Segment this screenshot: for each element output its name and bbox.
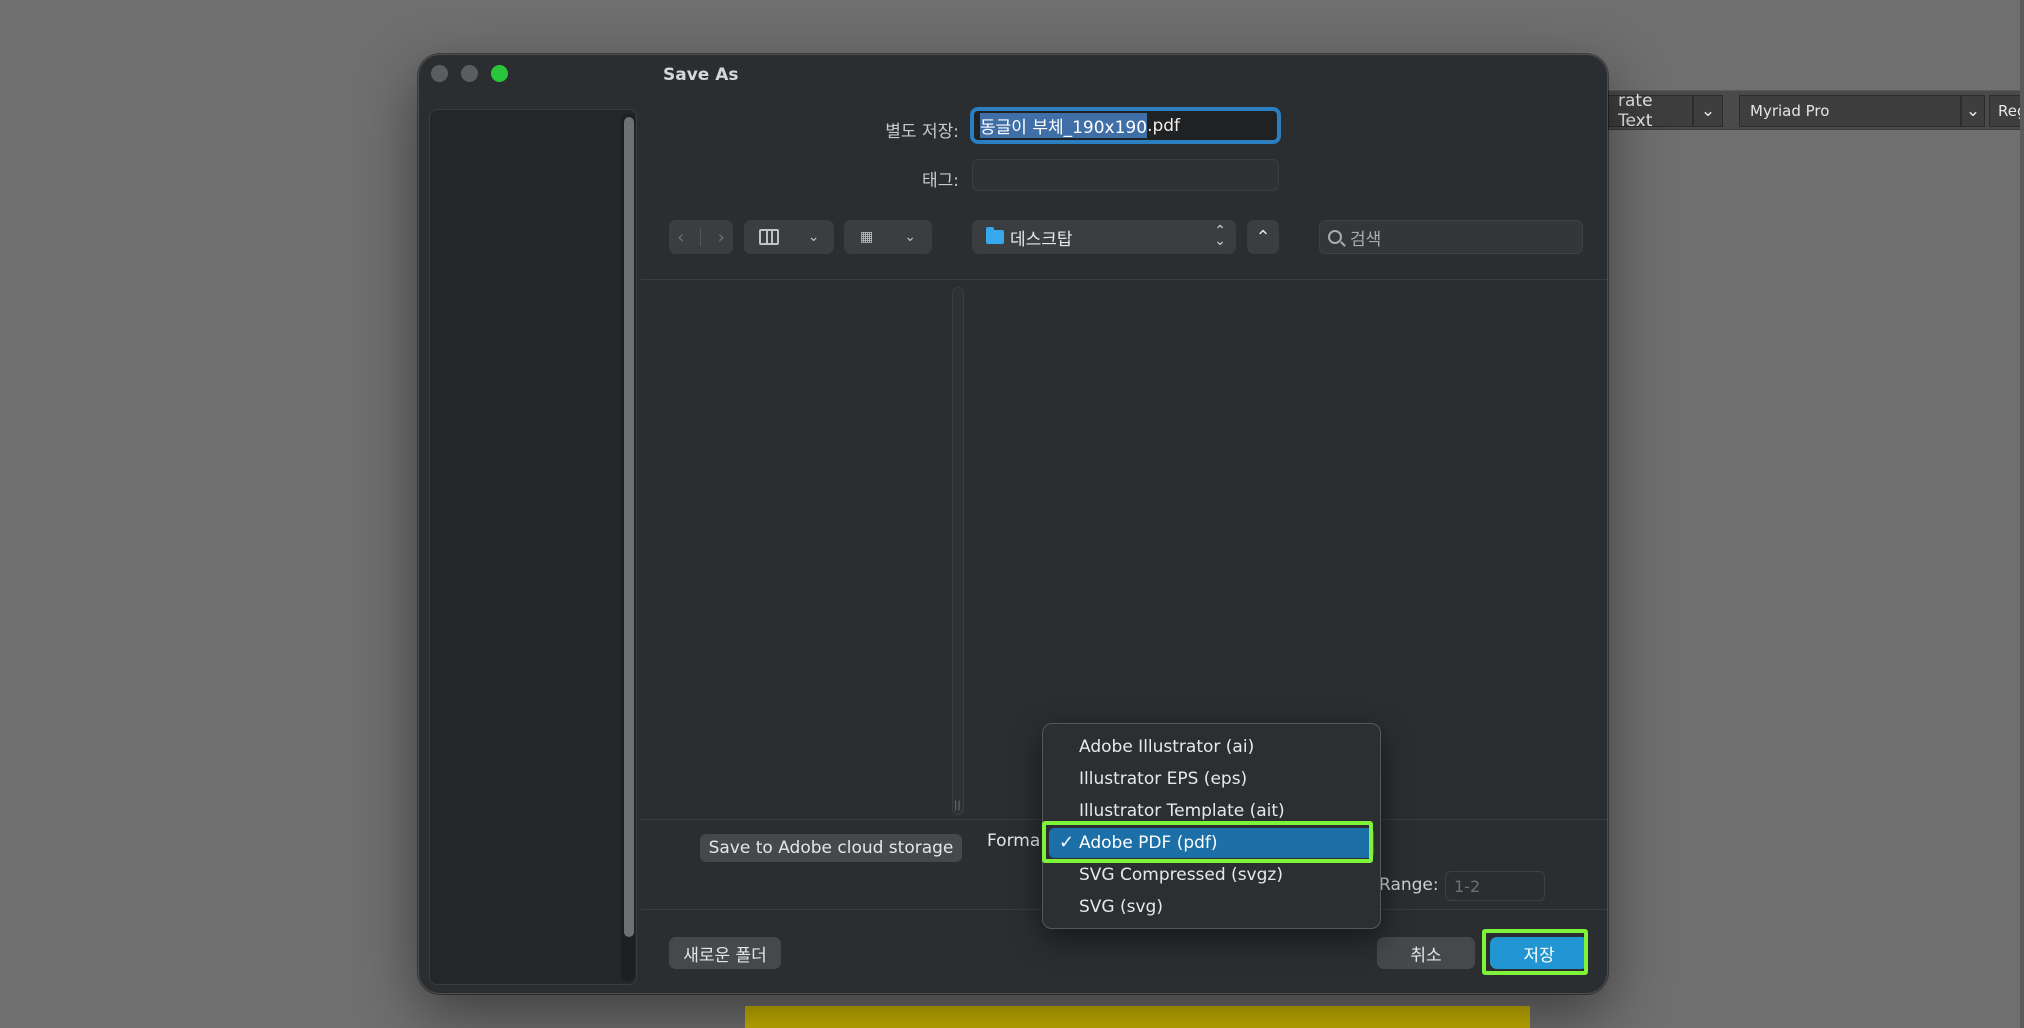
expand-collapse-button[interactable]: ⌃ bbox=[1247, 220, 1279, 254]
menu-item-ait[interactable]: Illustrator Template (ait) bbox=[1049, 796, 1374, 826]
menu-item-ai[interactable]: Adobe Illustrator (ai) bbox=[1049, 732, 1374, 762]
back-forward-buttons: ‹ › bbox=[669, 220, 733, 254]
bg-text-option-label: rate Text bbox=[1618, 91, 1653, 131]
save-to-cloud-button[interactable]: Save to Adobe cloud storage bbox=[700, 834, 962, 862]
bg-font-family-label: Myriad Pro bbox=[1750, 102, 1830, 120]
format-dropdown-menu: Adobe Illustrator (ai) Illustrator EPS (… bbox=[1042, 723, 1381, 929]
search-icon bbox=[1328, 230, 1342, 244]
menu-item-svg[interactable]: SVG (svg) bbox=[1049, 892, 1374, 922]
filename-extension-text: .pdf bbox=[1147, 115, 1181, 136]
minimize-window-button[interactable] bbox=[461, 65, 478, 82]
bg-font-family-select[interactable]: Myriad Pro bbox=[1739, 95, 1961, 127]
forward-chevron-icon[interactable]: › bbox=[718, 227, 725, 248]
bg-text-option-button[interactable]: rate Text bbox=[1607, 91, 1693, 131]
cancel-button[interactable]: 취소 bbox=[1377, 937, 1475, 969]
chevron-up-icon: ⌃ bbox=[1255, 226, 1271, 248]
filename-label: 별도 저장: bbox=[885, 122, 959, 142]
save-button[interactable]: 저장 bbox=[1490, 937, 1588, 969]
background-edge bbox=[2020, 0, 2024, 1028]
menu-item-label: Adobe PDF (pdf) bbox=[1079, 833, 1218, 853]
range-label: Range: bbox=[1379, 875, 1439, 895]
search-placeholder: 검색 bbox=[1350, 229, 1382, 250]
tags-input[interactable] bbox=[972, 159, 1279, 191]
bg-font-chevron-down-icon[interactable]: ⌄ bbox=[1961, 95, 1985, 127]
checkmark-icon: ✓ bbox=[1059, 832, 1075, 853]
grid-group-icon: ▦ bbox=[860, 229, 873, 245]
menu-item-label: Illustrator Template (ait) bbox=[1079, 801, 1285, 821]
up-down-chevron-icon: ⌃ ⌄ bbox=[1214, 223, 1226, 249]
format-label: Forma bbox=[987, 831, 1041, 851]
group-by-button[interactable]: ▦ ⌄ bbox=[844, 220, 932, 254]
filename-selected-text: 동글이 부체_190x190 bbox=[980, 113, 1148, 138]
sidebar bbox=[429, 109, 637, 985]
menu-item-label: SVG Compressed (svgz) bbox=[1079, 865, 1283, 885]
location-popup[interactable]: 데스크탑 ⌃ ⌄ bbox=[972, 220, 1236, 254]
chevron-down-icon: ⌄ bbox=[904, 229, 916, 245]
new-folder-button[interactable]: 새로운 폴더 bbox=[669, 937, 781, 969]
back-chevron-icon[interactable]: ‹ bbox=[677, 227, 684, 248]
search-field[interactable]: 검색 bbox=[1319, 220, 1583, 254]
tags-label: 태그: bbox=[921, 171, 959, 191]
zoom-window-button[interactable] bbox=[491, 65, 508, 82]
bg-font-style-select[interactable]: Reg bbox=[1989, 95, 2024, 127]
close-window-button[interactable] bbox=[431, 65, 448, 82]
nav-divider bbox=[700, 228, 702, 246]
menu-item-svgz[interactable]: SVG Compressed (svgz) bbox=[1049, 860, 1374, 890]
range-input[interactable]: 1-2 bbox=[1445, 871, 1545, 901]
save-as-dialog: Save As 별도 저장: 동글이 부체_190x190 .pdf 태그: ‹ … bbox=[418, 54, 1608, 994]
menu-item-label: Illustrator EPS (eps) bbox=[1079, 769, 1248, 789]
chevron-down-icon: ⌄ bbox=[807, 229, 820, 245]
browser-column-scrollbar[interactable] bbox=[952, 287, 964, 815]
filename-input[interactable]: 동글이 부체_190x190 .pdf bbox=[970, 107, 1281, 144]
location-label: 데스크탑 bbox=[1010, 229, 1073, 250]
background-document-artboard bbox=[745, 1006, 1530, 1028]
folder-icon bbox=[986, 227, 1004, 244]
toolbar-divider bbox=[641, 279, 1607, 280]
sidebar-scrollbar-thumb[interactable] bbox=[624, 117, 634, 937]
background-toolbar: rate Text ⌄ Myriad Pro ⌄ Reg bbox=[1607, 90, 2024, 131]
bg-chevron-down-icon[interactable]: ⌄ bbox=[1693, 95, 1723, 127]
menu-item-eps[interactable]: Illustrator EPS (eps) bbox=[1049, 764, 1374, 794]
view-mode-button[interactable]: ⌄ bbox=[744, 220, 834, 254]
column-resize-grip-icon[interactable]: || bbox=[954, 800, 961, 811]
menu-item-pdf[interactable]: ✓ Adobe PDF (pdf) bbox=[1049, 828, 1374, 858]
dialog-title: Save As bbox=[663, 65, 739, 85]
menu-item-label: SVG (svg) bbox=[1079, 897, 1163, 917]
columns-view-icon bbox=[758, 229, 779, 245]
menu-item-label: Adobe Illustrator (ai) bbox=[1079, 737, 1255, 757]
